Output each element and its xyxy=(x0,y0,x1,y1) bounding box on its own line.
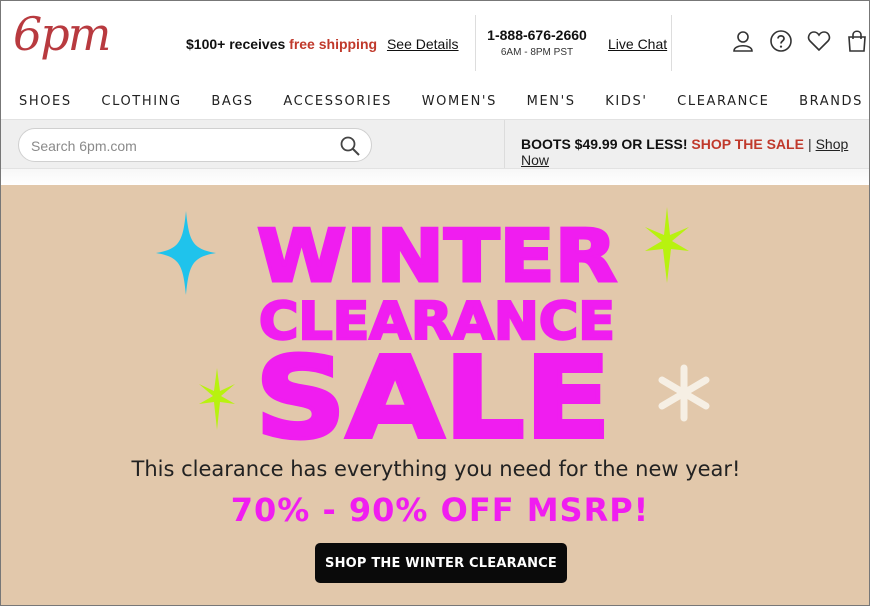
phone-hours: 6AM - 8PM PST xyxy=(500,47,574,58)
site-header: 6pm $100+ receives free shipping See Det… xyxy=(1,1,869,83)
hero-subline: This clearance has everything you need f… xyxy=(131,457,741,481)
snowflake-icon xyxy=(658,364,710,422)
nav-item-shoes[interactable]: SHOES xyxy=(19,94,72,109)
page-frame: 6pm $100+ receives free shipping See Det… xyxy=(0,0,870,606)
nav-item-brands[interactable]: BRANDS xyxy=(799,94,863,109)
boots-promo: BOOTS $49.99 OR LESS! SHOP THE SALE | Shop… xyxy=(521,136,869,168)
account-icons xyxy=(731,29,869,53)
bag-icon[interactable] xyxy=(845,29,869,53)
shop-winter-clearance-button[interactable]: SHOP THE WINTER CLEARANCE xyxy=(315,543,567,583)
search-bar-row: BOOTS $49.99 OR LESS! SHOP THE SALE|Shop… xyxy=(1,119,869,169)
promo-divider: | xyxy=(807,136,812,152)
nav-item-accessories[interactable]: ACCESSORIES xyxy=(283,94,392,109)
live-chat-link[interactable]: Live Chat xyxy=(608,36,667,52)
shop-the-sale-text[interactable]: SHOP THE SALE xyxy=(691,136,804,152)
search-row-divider xyxy=(504,120,505,168)
nav-item-kids[interactable]: KIDS' xyxy=(605,94,647,109)
boots-promo-lead: BOOTS $49.99 OR LESS! xyxy=(521,136,692,152)
nav-item-bags[interactable]: BAGS xyxy=(211,94,253,109)
user-icon[interactable] xyxy=(731,29,755,53)
hero-title-line3: SALE xyxy=(255,334,611,443)
main-nav: SHOES CLOTHING BAGS ACCESSORIES WOMEN'S … xyxy=(1,83,869,119)
help-icon[interactable] xyxy=(769,29,793,53)
hero-title: WINTER CLEARANCE SALE xyxy=(253,213,619,444)
search-input[interactable] xyxy=(31,136,331,156)
shipping-promo: $100+ receives free shipping See Details xyxy=(186,36,459,52)
hero-banner[interactable]: WINTER CLEARANCE SALE This clearance has… xyxy=(1,185,869,605)
search-box xyxy=(18,128,372,162)
shipping-promo-accent: free shipping xyxy=(289,36,378,52)
lime-sparkle-small-icon xyxy=(199,368,235,430)
hero-title-line1: WINTER xyxy=(257,214,617,298)
search-icon[interactable] xyxy=(339,135,361,157)
header-divider xyxy=(475,15,476,71)
phone-block: 1-888-676-2660 6AM - 8PM PST xyxy=(487,27,587,58)
nav-item-womens[interactable]: WOMEN'S xyxy=(422,94,497,109)
nav-item-clearance[interactable]: CLEARANCE xyxy=(677,94,769,109)
heart-icon[interactable] xyxy=(807,29,831,53)
see-details-link[interactable]: See Details xyxy=(387,36,459,52)
nav-item-clothing[interactable]: CLOTHING xyxy=(101,94,181,109)
logo[interactable]: 6pm xyxy=(13,11,111,57)
phone-number[interactable]: 1-888-676-2660 xyxy=(487,27,587,43)
cyan-sparkle-icon xyxy=(156,211,216,295)
hero-discount: 70% - 90% OFF MSRP! xyxy=(230,491,650,529)
nav-item-mens[interactable]: MEN'S xyxy=(527,94,576,109)
shipping-promo-lead: $100+ receives xyxy=(186,36,290,52)
header-shadow xyxy=(1,169,869,185)
header-divider xyxy=(671,15,672,71)
lime-sparkle-icon xyxy=(645,207,689,283)
